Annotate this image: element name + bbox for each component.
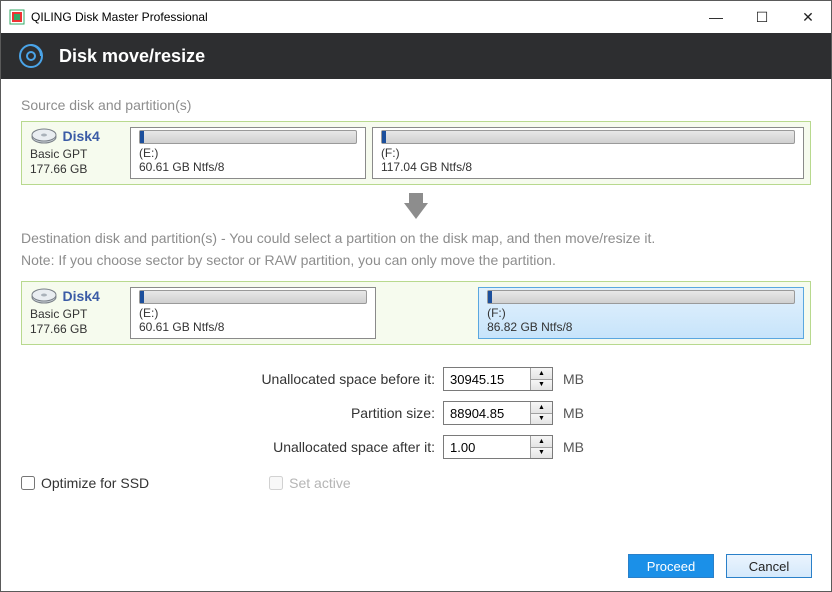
source-section-label: Source disk and partition(s) (21, 97, 811, 113)
spinner-up-icon[interactable]: ▲ (531, 436, 552, 448)
spinner-up-icon[interactable]: ▲ (531, 402, 552, 414)
close-button[interactable]: ✕ (785, 1, 831, 33)
disk-icon (30, 287, 58, 307)
after-input[interactable] (444, 436, 530, 458)
source-disk-info: Disk4 Basic GPT 177.66 GB (28, 127, 124, 179)
page-heading: Disk move/resize (59, 46, 205, 67)
destination-disk-name: Disk4 (62, 287, 99, 305)
unit-label: MB (563, 405, 584, 421)
destination-disk-size: 177.66 GB (30, 322, 124, 337)
spinner-down-icon[interactable]: ▼ (531, 414, 552, 425)
size-label: Partition size: (21, 405, 443, 421)
destination-disk-info: Disk4 Basic GPT 177.66 GB (28, 287, 124, 339)
before-label: Unallocated space before it: (21, 371, 443, 387)
maximize-button[interactable]: ☐ (739, 1, 785, 33)
destination-partition-1[interactable]: (F:) 86.82 GB Ntfs/8 (478, 287, 804, 339)
optimize-ssd-checkbox[interactable]: Optimize for SSD (21, 475, 149, 491)
destination-partition-0[interactable]: (E:) 60.61 GB Ntfs/8 (130, 287, 376, 339)
disk-icon (30, 127, 58, 147)
unit-label: MB (563, 439, 584, 455)
destination-disk-type: Basic GPT (30, 307, 124, 322)
destination-disk-panel: Disk4 Basic GPT 177.66 GB (E:) 60.61 GB … (21, 281, 811, 345)
set-active-checkbox: Set active (269, 475, 350, 491)
resize-form: Unallocated space before it: ▲▼ MB Parti… (21, 363, 811, 463)
minimize-button[interactable]: — (693, 1, 739, 33)
arrow-down-icon (404, 203, 428, 219)
destination-description: Destination disk and partition(s) - You … (21, 227, 811, 271)
cancel-button[interactable]: Cancel (726, 554, 812, 578)
source-partition-1[interactable]: (F:) 117.04 GB Ntfs/8 (372, 127, 804, 179)
source-disk-name: Disk4 (62, 127, 99, 145)
source-disk-size: 177.66 GB (30, 162, 124, 177)
size-input[interactable] (444, 402, 530, 424)
after-label: Unallocated space after it: (21, 439, 443, 455)
window-title: QILING Disk Master Professional (31, 10, 208, 24)
spinner-up-icon[interactable]: ▲ (531, 368, 552, 380)
unallocated-gap[interactable] (382, 287, 472, 339)
spinner-down-icon[interactable]: ▼ (531, 448, 552, 459)
source-disk-panel: Disk4 Basic GPT 177.66 GB (E:) 60.61 GB … (21, 121, 811, 185)
titlebar: QILING Disk Master Professional — ☐ ✕ (1, 1, 831, 33)
source-partition-0[interactable]: (E:) 60.61 GB Ntfs/8 (130, 127, 366, 179)
ribbon: Disk move/resize (1, 33, 831, 79)
unit-label: MB (563, 371, 584, 387)
proceed-button[interactable]: Proceed (628, 554, 714, 578)
after-spinner[interactable]: ▲▼ (443, 435, 553, 459)
before-input[interactable] (444, 368, 530, 390)
logo-icon (17, 42, 45, 70)
app-icon (9, 9, 25, 25)
arrow-divider (21, 193, 811, 219)
spinner-down-icon[interactable]: ▼ (531, 380, 552, 391)
size-spinner[interactable]: ▲▼ (443, 401, 553, 425)
source-disk-type: Basic GPT (30, 147, 124, 162)
before-spinner[interactable]: ▲▼ (443, 367, 553, 391)
